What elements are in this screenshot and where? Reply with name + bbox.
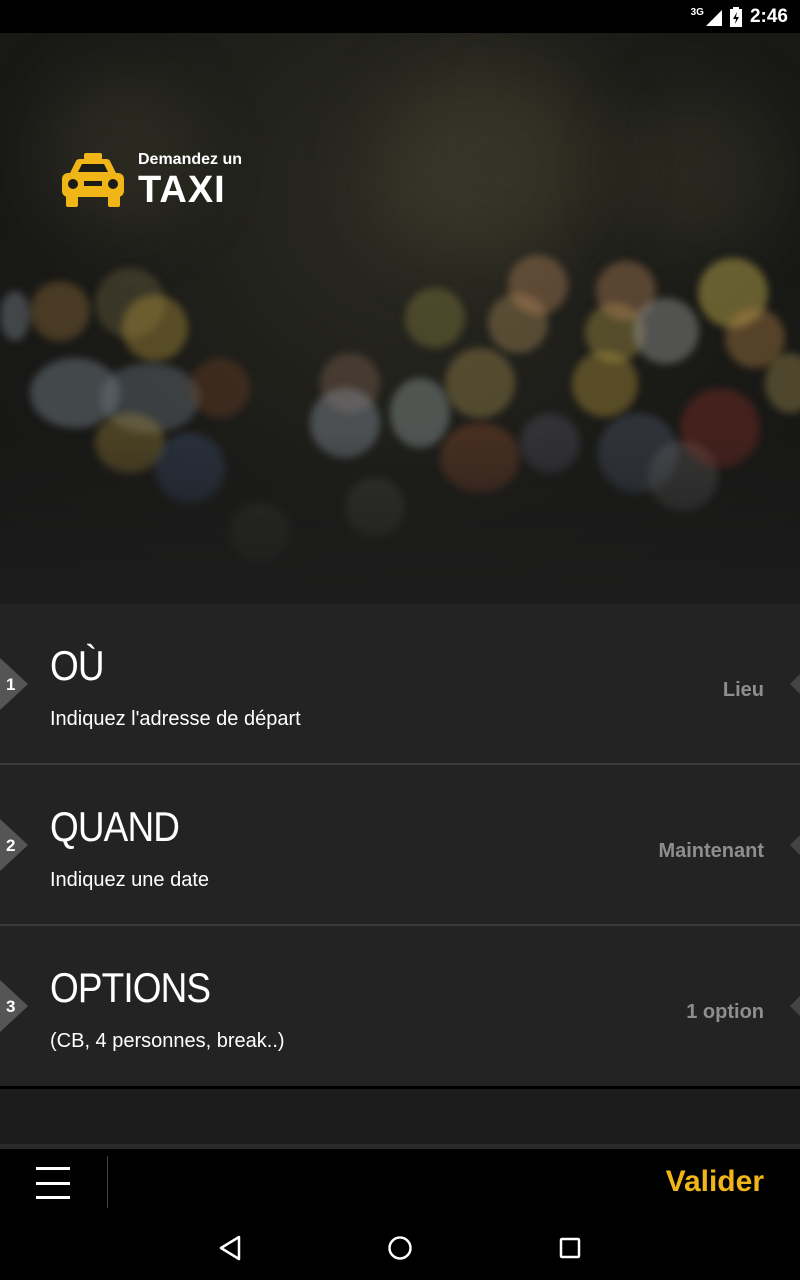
logo-title: TAXI — [138, 168, 226, 211]
bottom-action-bar: Valider — [0, 1149, 800, 1217]
step-options[interactable]: 3 OPTIONS (CB, 4 personnes, break..) 1 o… — [0, 926, 800, 1086]
hamburger-menu-icon[interactable] — [30, 1163, 76, 1203]
clock: 2:46 — [749, 5, 788, 27]
status-bar: 3G 2:46 — [0, 0, 800, 33]
step-number: 2 — [6, 836, 16, 855]
step-number-badge: 1 — [0, 658, 28, 710]
validate-button[interactable]: Valider — [666, 1165, 764, 1199]
step-when[interactable]: 2 QUAND Indiquez une date Maintenant — [0, 765, 800, 926]
logo-subtitle: Demandez un — [138, 150, 243, 168]
step-number-badge: 2 — [0, 819, 28, 871]
step-number-badge: 3 — [0, 980, 28, 1032]
home-icon[interactable] — [383, 1231, 417, 1265]
step-title: QUAND — [50, 803, 180, 850]
battery-icon — [729, 6, 742, 27]
recents-icon[interactable] — [553, 1231, 587, 1265]
step-arrow-icon — [790, 674, 800, 694]
step-arrow-icon — [790, 996, 800, 1016]
step-subtitle: Indiquez une date — [50, 869, 210, 891]
hero-banner: Demandez un TAXI — [0, 33, 800, 604]
steps-list: 1 OÙ Indiquez l'adresse de départ Lieu 2… — [0, 604, 800, 1086]
step-value: Lieu — [722, 679, 764, 701]
step-arrow-icon — [790, 835, 800, 855]
step-title: OPTIONS — [50, 964, 211, 1011]
step-subtitle: (CB, 4 personnes, break..) — [50, 1030, 285, 1052]
signal-icon — [705, 9, 722, 26]
network-type-label: 3G — [690, 6, 704, 18]
taxi-icon — [62, 153, 124, 207]
step-where[interactable]: 1 OÙ Indiquez l'adresse de départ Lieu — [0, 604, 800, 765]
signal-indicator: 3G — [690, 6, 722, 26]
step-value: Maintenant — [658, 840, 764, 862]
system-nav-bar — [0, 1217, 800, 1280]
app-logo: Demandez un TAXI — [60, 151, 242, 209]
step-title: OÙ — [50, 642, 105, 689]
back-icon[interactable] — [213, 1231, 247, 1265]
step-number: 1 — [6, 675, 16, 694]
hero-shade — [0, 434, 800, 604]
step-value: 1 option — [686, 1001, 764, 1023]
step-subtitle: Indiquez l'adresse de départ — [50, 708, 301, 730]
content-footer-space — [0, 1089, 800, 1144]
step-number: 3 — [6, 997, 16, 1016]
divider — [107, 1156, 108, 1208]
